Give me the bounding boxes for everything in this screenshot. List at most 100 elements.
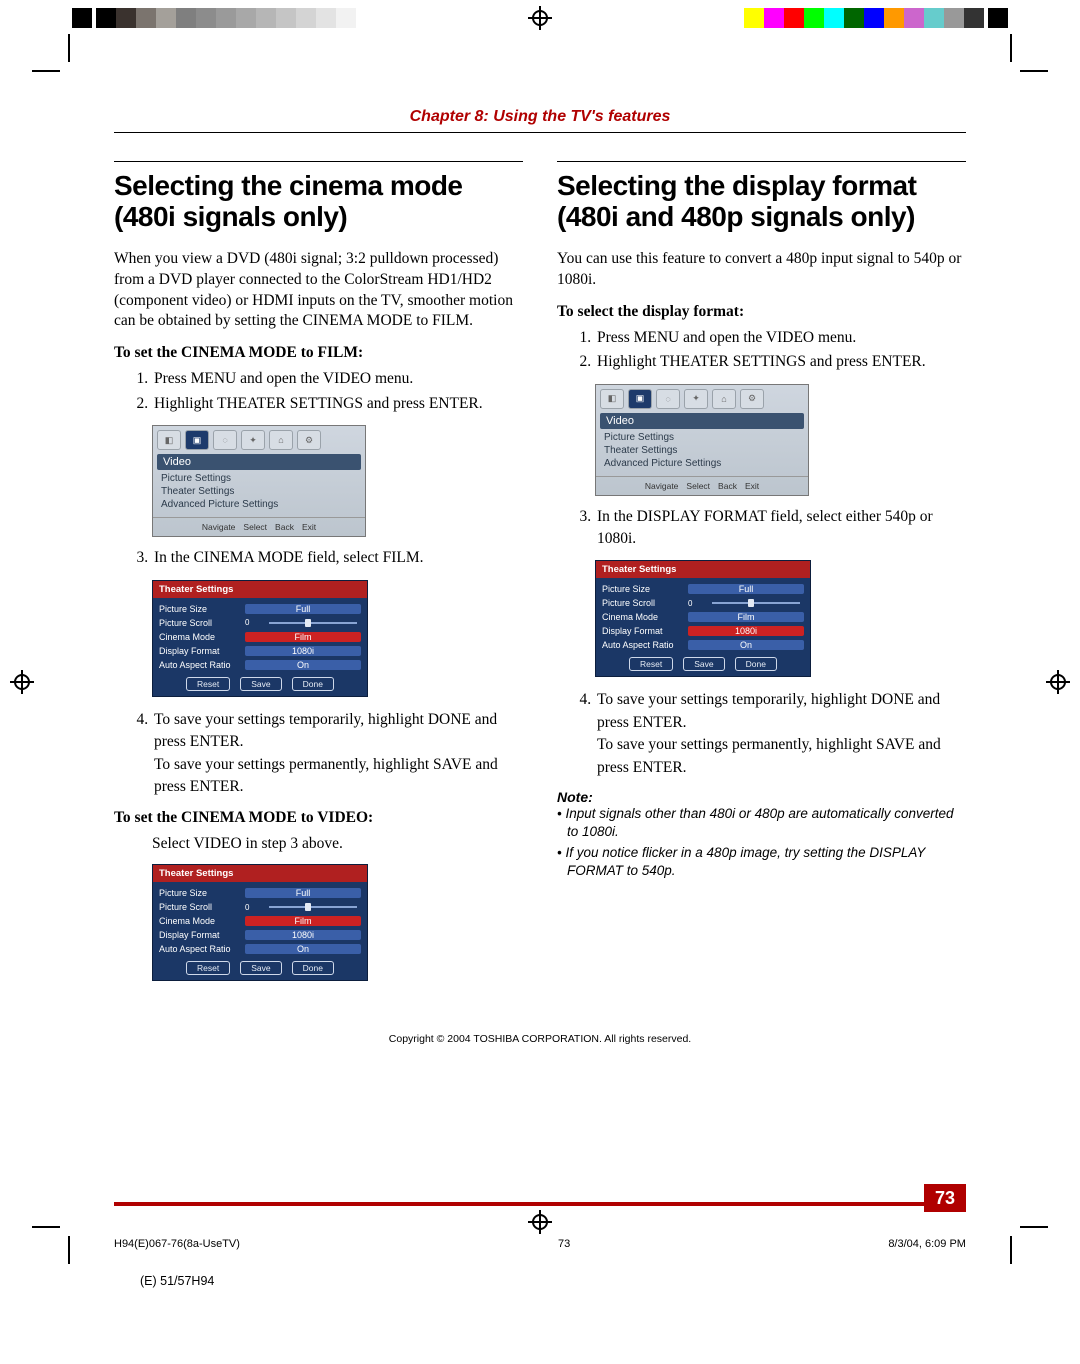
osd-tab-icon: ⚙ [297,430,321,450]
osd-theater-settings: Theater Settings Picture SizeFull Pictur… [152,864,368,981]
registration-mark-icon [528,6,552,30]
note-item: If you notice flicker in a 480p image, t… [557,844,966,879]
registration-block [988,8,1008,28]
setting-value: 1080i [245,930,361,940]
osd-hint: Exit [302,522,316,532]
osd-button: Reset [629,657,673,671]
osd-section-label: Video [157,454,361,470]
osd-hint: Navigate [645,481,679,491]
osd-tab-icon: ◧ [157,430,181,450]
imposition-footer: H94(E)067-76(8a-UseTV) 73 8/3/04, 6:09 P… [114,1238,966,1250]
registration-mark-icon [1046,670,1070,694]
crop-mark-icon [1010,1226,1038,1254]
osd-button: Save [240,677,281,691]
note-heading: Note: [557,789,966,805]
setting-value: On [245,660,361,670]
osd-menu-item: Picture Settings [161,472,357,485]
section-heading: Selecting the display format (480i and 4… [557,161,966,233]
color-bar [96,8,376,28]
osd-tab-icon: ⌂ [269,430,293,450]
osd-button: Done [292,961,334,975]
registration-block [72,8,92,28]
step-text: To save your settings permanently, highl… [597,736,941,775]
setting-label: Picture Scroll [159,902,245,912]
step-text: To save your settings temporarily, highl… [154,711,497,750]
setting-label: Cinema Mode [159,632,245,642]
right-column: Selecting the display format (480i and 4… [557,161,966,993]
slider-zero: 0 [245,618,255,627]
step-item: Press MENU and open the VIDEO menu. [595,327,966,349]
osd-tab-icon: ✦ [241,430,265,450]
left-column: Selecting the cinema mode (480i signals … [114,161,523,993]
step-item: Highlight THEATER SETTINGS and press ENT… [595,351,966,373]
crop-mark-icon [42,1226,70,1254]
slider-icon [257,903,361,911]
procedure-heading: To set the CINEMA MODE to FILM: [114,344,523,362]
setting-label: Display Format [159,646,245,656]
setting-label: Auto Aspect Ratio [602,640,688,650]
body-text: Select VIDEO in step 3 above. [152,833,523,855]
setting-label: Auto Aspect Ratio [159,944,245,954]
slider-zero: 0 [688,599,698,608]
step-item: In the DISPLAY FORMAT field, select eith… [595,506,966,551]
osd-theater-settings: Theater Settings Picture SizeFull Pictur… [595,560,811,677]
osd-menu-item: Theater Settings [604,444,800,457]
osd-video-menu: ◧ ▣ ◌ ✦ ⌂ ⚙ Video Picture Settings Theat… [152,425,366,537]
osd-video-menu: ◧ ▣ ◌ ✦ ⌂ ⚙ Video Picture Settings Theat… [595,384,809,496]
setting-value: Film [245,916,361,926]
setting-label: Cinema Mode [602,612,688,622]
osd-hint: Select [686,481,710,491]
procedure-heading: To select the display format: [557,303,966,321]
osd-theater-settings: Theater Settings Picture SizeFull Pictur… [152,580,368,697]
setting-value: 1080i [688,626,804,636]
osd-button: Reset [186,677,230,691]
osd-hint: Select [243,522,267,532]
procedure-heading: To set the CINEMA MODE to VIDEO: [114,809,523,827]
setting-value: Full [688,584,804,594]
intro-text: When you view a DVD (480i signal; 3:2 pu… [114,249,523,333]
setting-label: Cinema Mode [159,916,245,926]
slider-icon [257,619,361,627]
copyright-text: Copyright © 2004 TOSHIBA CORPORATION. Al… [114,1033,966,1045]
section-heading: Selecting the cinema mode (480i signals … [114,161,523,233]
setting-label: Picture Scroll [159,618,245,628]
osd-panel-title: Theater Settings [153,865,367,882]
setting-value: Full [245,888,361,898]
osd-tab-icon: ▣ [185,430,209,450]
step-item: Press MENU and open the VIDEO menu. [152,368,523,390]
setting-label: Display Format [602,626,688,636]
step-list: To save your settings temporarily, highl… [595,689,966,779]
osd-panel-title: Theater Settings [596,561,810,578]
page-number: 73 [924,1184,966,1212]
osd-button: Done [292,677,334,691]
setting-label: Display Format [159,930,245,940]
step-text: To save your settings permanently, highl… [154,756,498,795]
step-item: In the CINEMA MODE field, select FILM. [152,547,523,569]
setting-label: Picture Size [602,584,688,594]
osd-panel-title: Theater Settings [153,581,367,598]
step-list: In the DISPLAY FORMAT field, select eith… [595,506,966,551]
osd-tab-icon: ⚙ [740,389,764,409]
osd-hint: Navigate [202,522,236,532]
registration-mark-icon [528,1210,552,1234]
page-content: Chapter 8: Using the TV's features Selec… [114,108,966,1194]
footer-model: (E) 51/57H94 [140,1274,214,1288]
setting-label: Picture Size [159,888,245,898]
step-list: To save your settings temporarily, highl… [152,709,523,799]
step-list: Press MENU and open the VIDEO menu. High… [595,327,966,374]
step-item: To save your settings temporarily, highl… [152,709,523,799]
crop-mark-icon [42,44,70,72]
setting-label: Picture Size [159,604,245,614]
setting-value: 1080i [245,646,361,656]
osd-menu-item: Picture Settings [604,431,800,444]
osd-button: Save [683,657,724,671]
setting-value: On [688,640,804,650]
osd-hint: Back [718,481,737,491]
footer-page: 73 [558,1238,570,1250]
setting-value: Full [245,604,361,614]
osd-menu-item: Theater Settings [161,485,357,498]
note-item: Input signals other than 480i or 480p ar… [557,805,966,840]
osd-button: Save [240,961,281,975]
crop-mark-icon [1010,44,1038,72]
color-bar [744,8,984,28]
